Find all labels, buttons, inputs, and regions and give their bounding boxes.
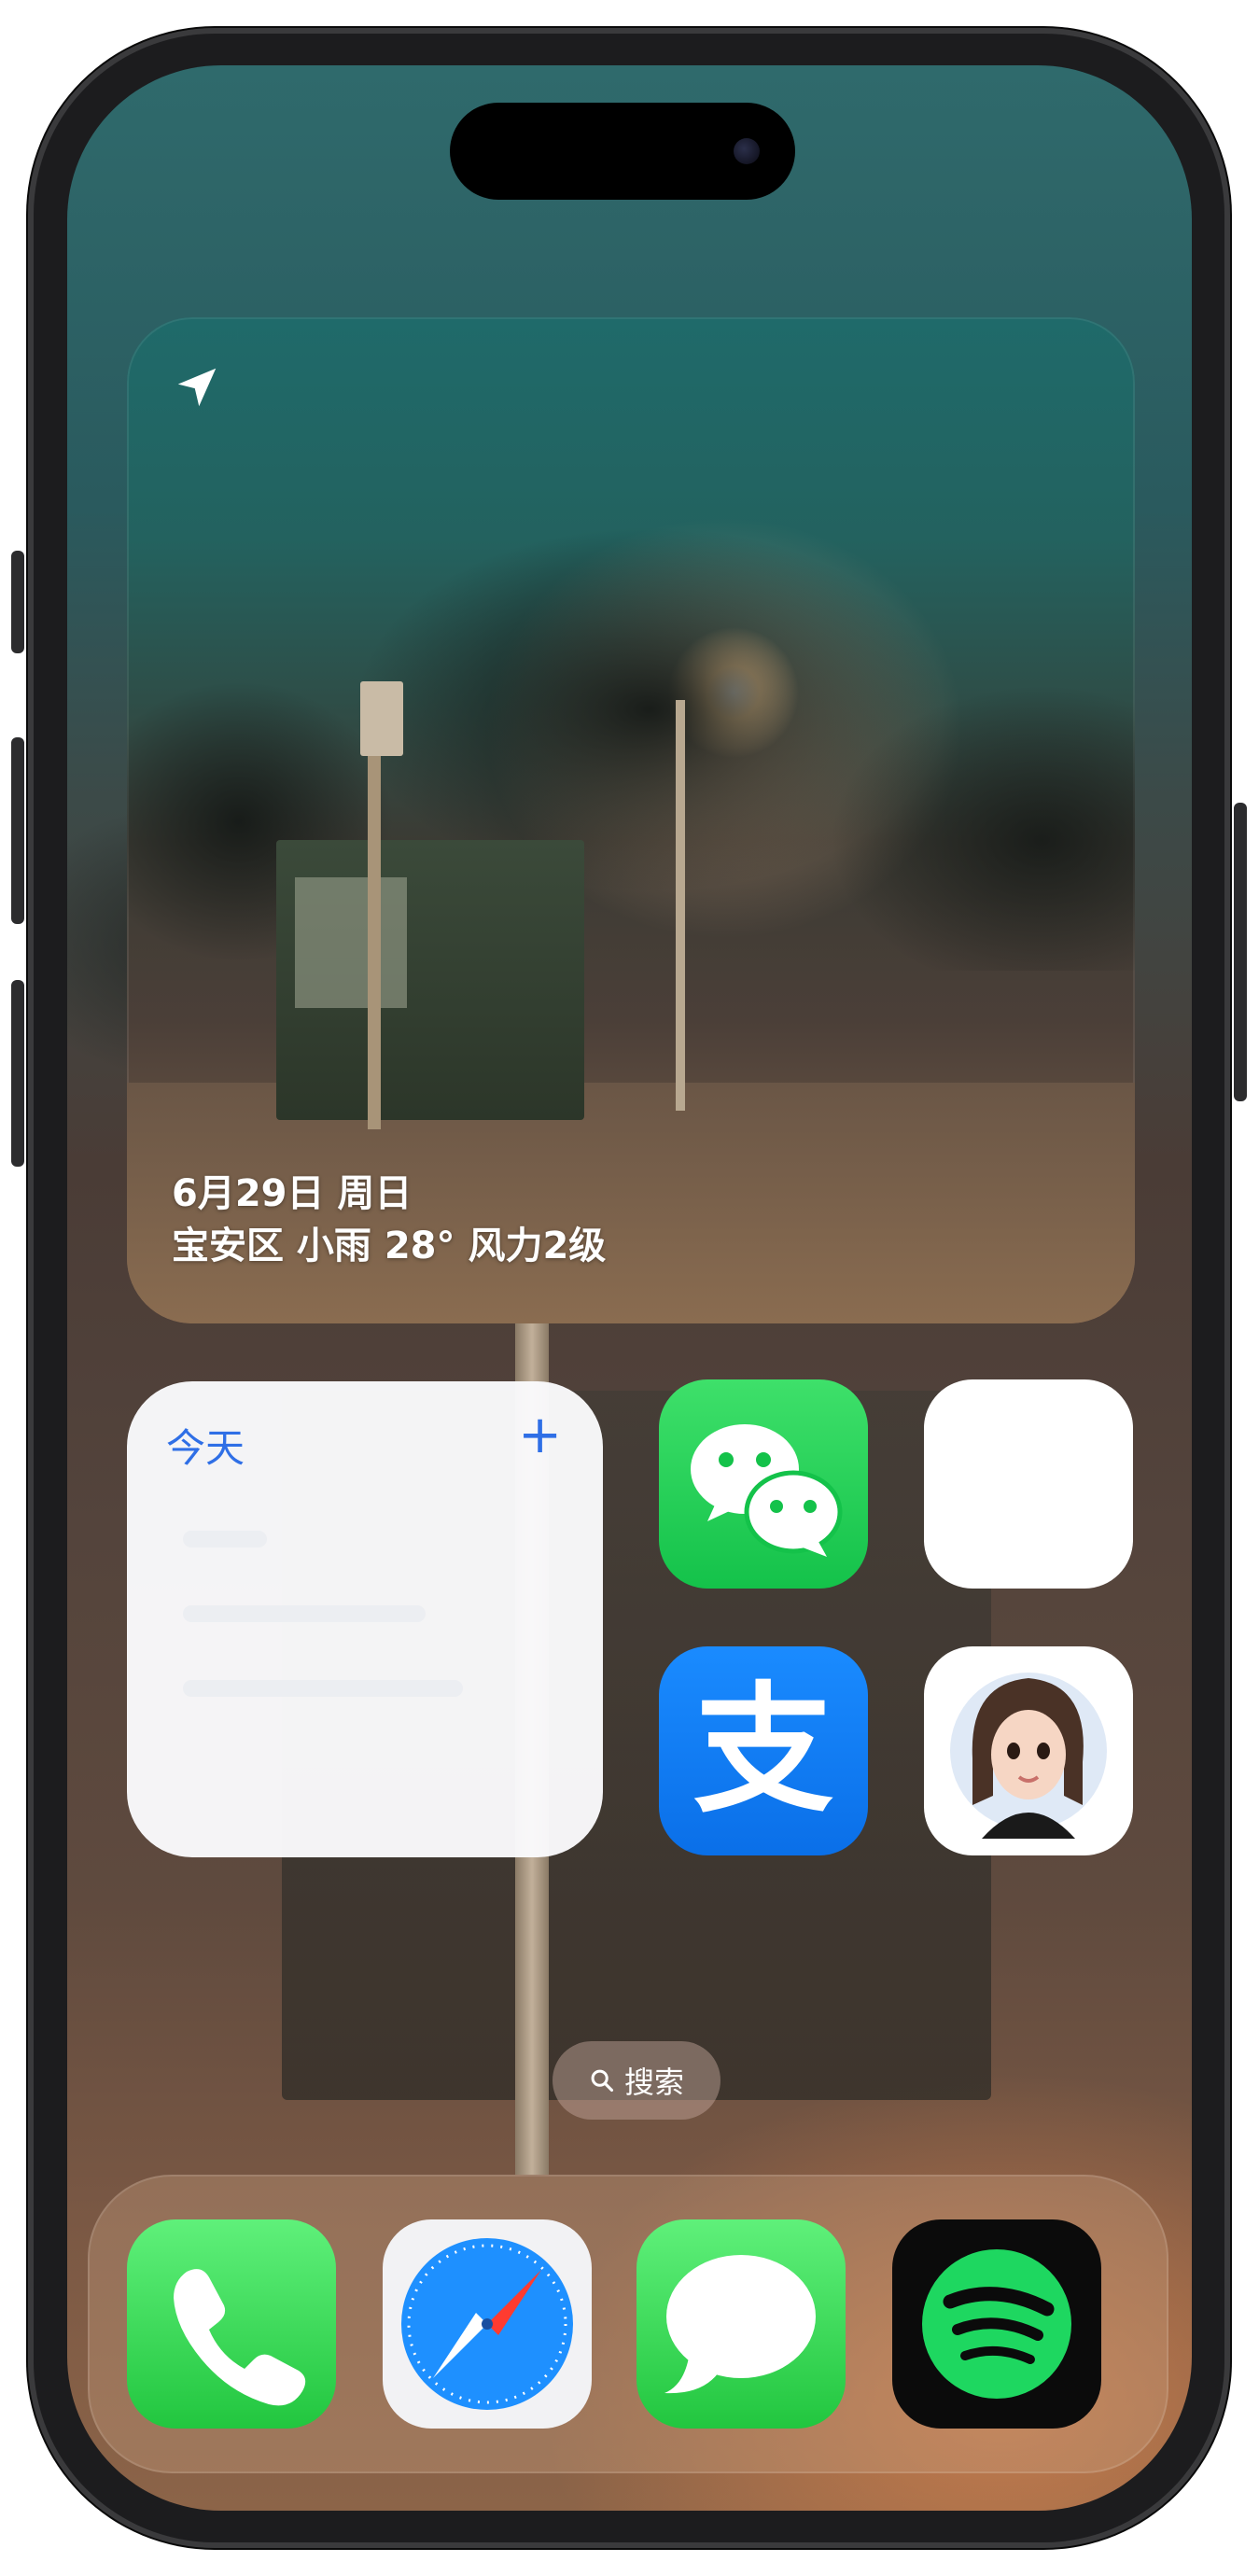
photo-shelter-window <box>295 877 407 1008</box>
search-icon <box>591 2069 614 2093</box>
messages-icon <box>664 2255 816 2394</box>
phone-app[interactable] <box>127 2219 336 2429</box>
widget-weather: 宝安区 小雨 28° 风力2级 <box>172 1225 607 1267</box>
plus-icon[interactable]: + <box>518 1409 562 1462</box>
camera-icon <box>734 138 760 164</box>
alipay-icon: 支 <box>692 1670 833 1832</box>
avatar-app-icon <box>950 1673 1107 1839</box>
power-button <box>1234 803 1247 1101</box>
wechat-app[interactable] <box>659 1379 868 1589</box>
reminder-placeholder <box>183 1605 426 1622</box>
search-label: 搜索 <box>623 2065 684 2100</box>
spotify-icon <box>922 2249 1071 2399</box>
wechat-icon <box>691 1424 843 1557</box>
photo-street-lamp <box>676 700 685 1111</box>
photo-weather-widget[interactable]: 6月29日 周日 宝安区 小雨 28° 风力2级 <box>127 317 1135 1323</box>
avatar-app[interactable] <box>924 1646 1133 1855</box>
volume-up-button <box>11 737 24 924</box>
location-arrow-icon <box>177 368 217 407</box>
dynamic-island <box>450 103 795 200</box>
volume-down-button <box>11 980 24 1167</box>
search-button[interactable]: 搜索 <box>553 2041 720 2120</box>
blank-app[interactable] <box>924 1379 1133 1589</box>
reminder-placeholder <box>183 1531 267 1547</box>
reminder-placeholder <box>183 1680 463 1697</box>
spotify-app[interactable] <box>892 2219 1101 2429</box>
reminders-widget[interactable]: 今天 + <box>127 1381 603 1857</box>
reminders-title: 今天 <box>166 1425 245 1471</box>
alipay-app[interactable]: 支 <box>659 1646 868 1855</box>
dock <box>88 2175 1168 2473</box>
action-button <box>11 551 24 653</box>
home-screen: 6月29日 周日 宝安区 小雨 28° 风力2级 今天 + 支 搜索 <box>67 65 1192 2511</box>
safari-compass-icon <box>401 2238 573 2410</box>
widget-date: 6月29日 周日 <box>172 1172 413 1215</box>
safari-app[interactable] <box>383 2219 592 2429</box>
photo-bus-sign <box>360 681 403 756</box>
photo-bus-shelter <box>276 840 584 1120</box>
photo-sign-pole <box>368 691 381 1129</box>
messages-app[interactable] <box>636 2219 846 2429</box>
phone-icon <box>174 2269 306 2406</box>
